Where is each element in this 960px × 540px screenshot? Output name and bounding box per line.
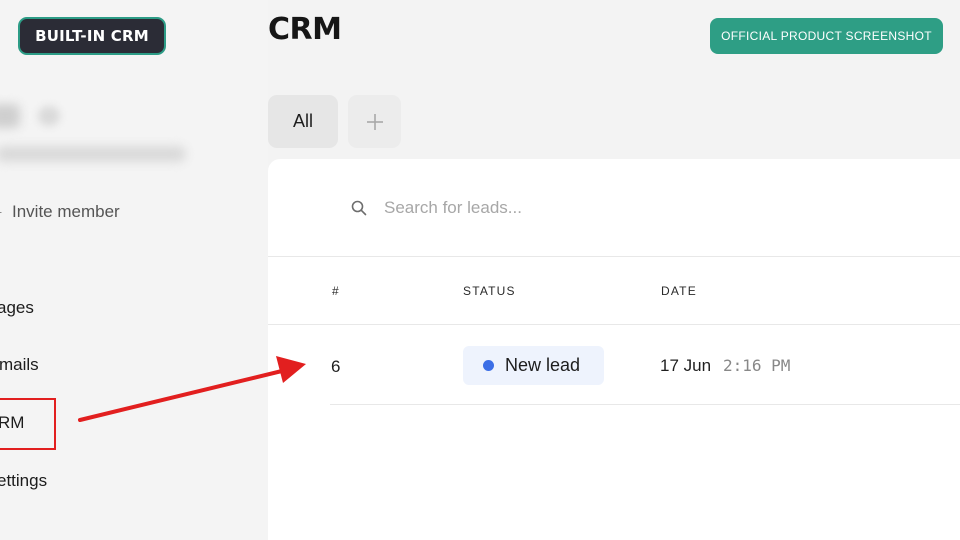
lead-date: 17 Jun (660, 356, 712, 375)
column-header-status[interactable]: STATUS (463, 284, 516, 298)
sidebar: BUILT-IN CRM + Invite member ages mails … (0, 0, 268, 540)
page-title: CRM (268, 12, 342, 47)
add-view-button[interactable] (348, 95, 401, 148)
sidebar-item-crm[interactable]: RM (0, 413, 24, 433)
workspace-email (0, 146, 186, 162)
status-dot-icon (483, 360, 494, 371)
status-badge[interactable]: New lead (463, 346, 604, 385)
official-screenshot-badge: OFFICIAL PRODUCT SCREENSHOT (710, 18, 943, 54)
column-header-date[interactable]: DATE (661, 284, 697, 298)
search-icon (351, 200, 367, 216)
workspace-menu-icon[interactable] (38, 106, 60, 126)
workspace-avatar[interactable] (0, 104, 20, 128)
tab-all[interactable]: All (268, 95, 338, 148)
divider (268, 256, 960, 257)
sidebar-item-emails[interactable]: mails (0, 355, 39, 375)
search-input[interactable] (384, 193, 784, 223)
divider (330, 404, 960, 405)
leads-panel: # STATUS DATE 6 New lead 17 Jun 2:16 PM (268, 159, 960, 540)
lead-time: 2:16 PM (723, 356, 791, 375)
lead-number: 6 (331, 357, 341, 376)
built-in-crm-badge: BUILT-IN CRM (18, 17, 166, 55)
invite-member-link[interactable]: Invite member (12, 202, 120, 222)
invite-icon: + (0, 204, 2, 220)
sidebar-item-settings[interactable]: ettings (0, 471, 47, 491)
sidebar-item-pages[interactable]: ages (0, 298, 34, 318)
status-label: New lead (505, 355, 581, 375)
column-header-number[interactable]: # (332, 284, 340, 298)
divider (268, 324, 960, 325)
plus-icon (366, 113, 383, 130)
